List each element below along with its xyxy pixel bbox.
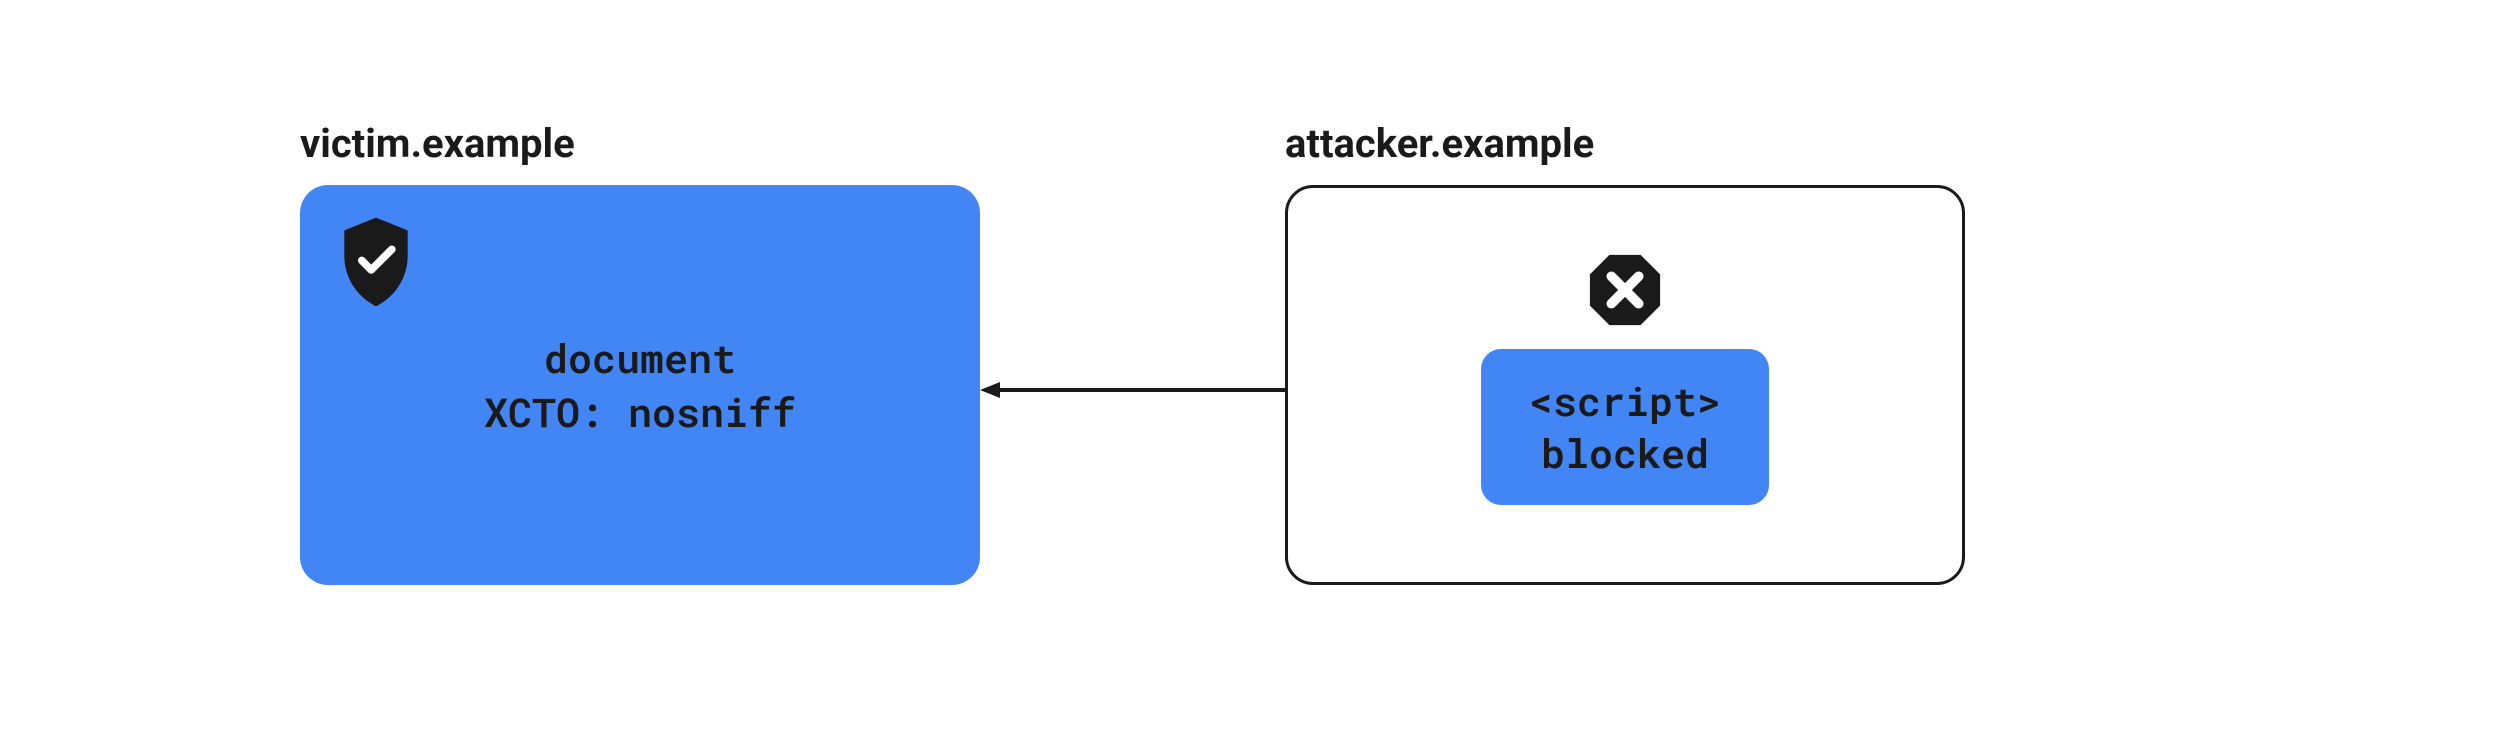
- victim-content: document XCTO: nosniff: [484, 331, 796, 439]
- attacker-label: attacker.example: [1285, 120, 1594, 167]
- victim-line2: XCTO: nosniff: [484, 385, 796, 439]
- script-line2: blocked: [1529, 427, 1721, 479]
- attacker-box: <script> blocked: [1285, 185, 1965, 585]
- blocked-icon: [1586, 251, 1664, 333]
- script-line1: <script>: [1529, 375, 1721, 427]
- victim-line1: document: [484, 331, 796, 385]
- victim-label: victim.example: [300, 120, 575, 167]
- shield-check-icon: [338, 217, 414, 311]
- victim-box: document XCTO: nosniff: [300, 185, 980, 585]
- diagram-canvas: victim.example attacker.example document…: [0, 0, 2500, 741]
- arrow-left-icon: [980, 380, 1285, 400]
- script-blocked-box: <script> blocked: [1481, 349, 1769, 505]
